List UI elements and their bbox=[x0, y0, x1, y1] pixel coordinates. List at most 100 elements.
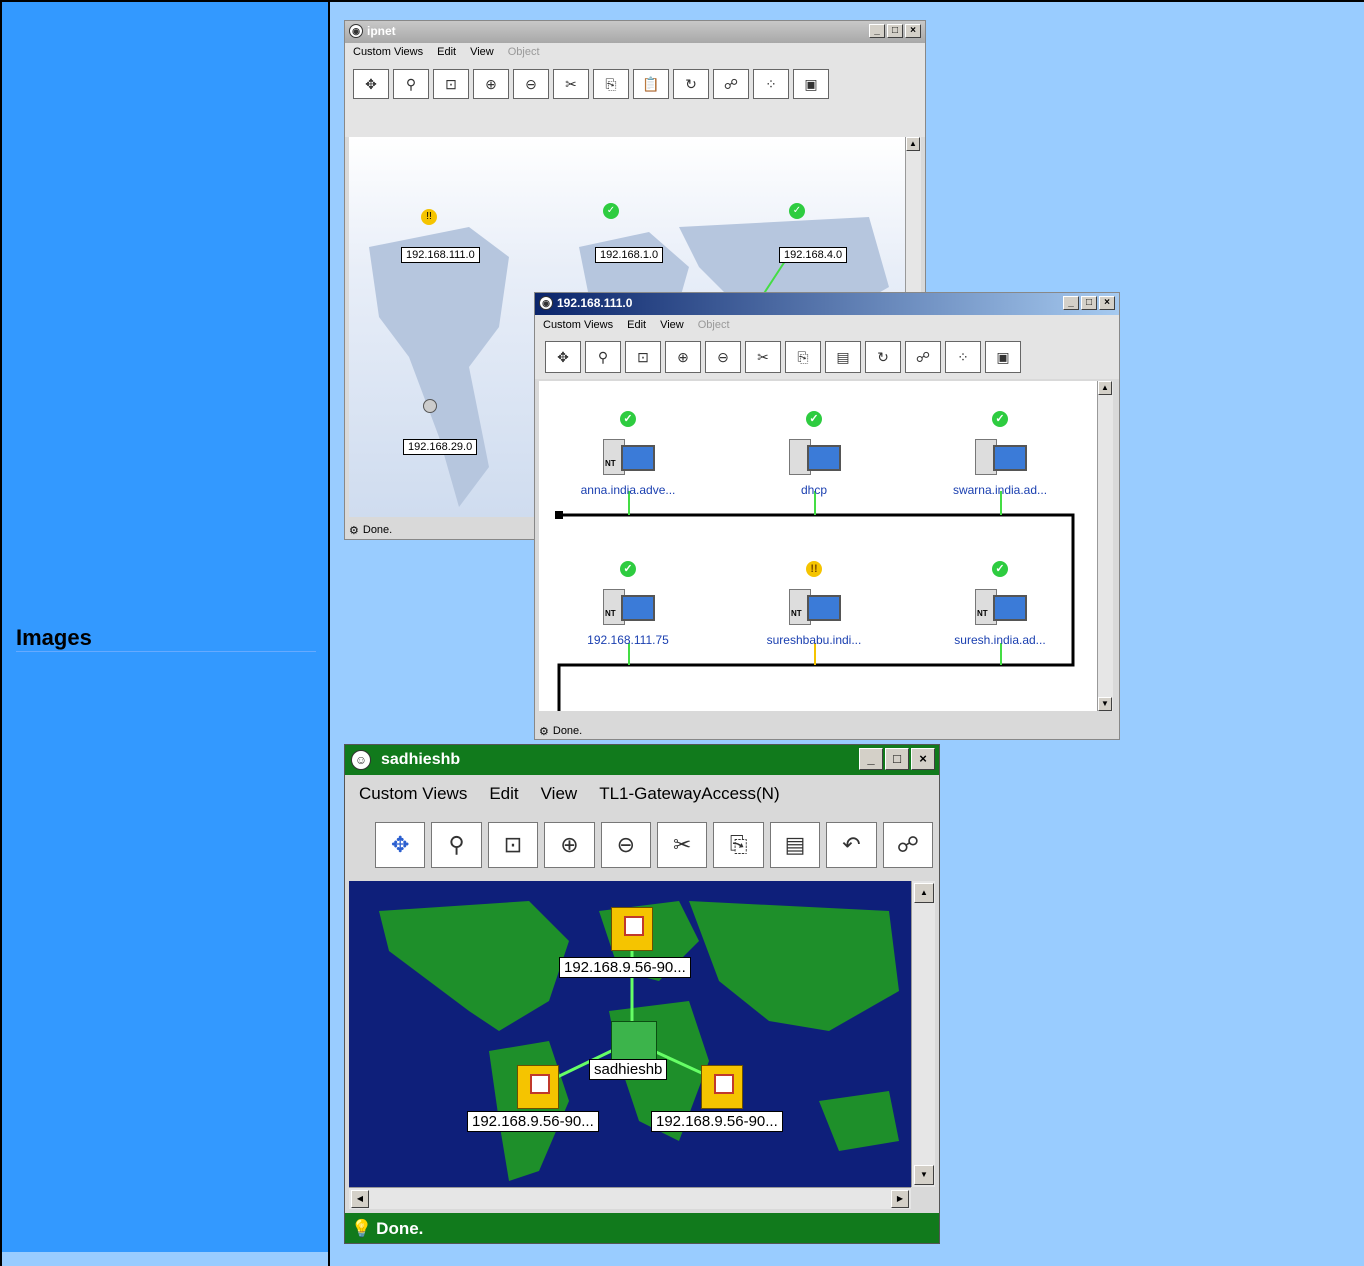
menu-custom-views[interactable]: Custom Views bbox=[543, 319, 613, 331]
paste-icon[interactable]: ▤ bbox=[825, 341, 861, 373]
maximize-icon[interactable]: □ bbox=[887, 24, 903, 38]
properties-icon[interactable]: ▣ bbox=[985, 341, 1021, 373]
host-node[interactable]: ✓ NT anna.india.adve... bbox=[563, 411, 693, 497]
network-label[interactable]: 192.168.1.0 bbox=[595, 247, 664, 263]
paste-icon[interactable]: 📋 bbox=[633, 69, 669, 99]
scroll-down-icon[interactable]: ▼ bbox=[914, 1165, 934, 1185]
cut-icon[interactable]: ✂ bbox=[745, 341, 781, 373]
paste-icon[interactable]: ▤ bbox=[769, 822, 821, 868]
minimize-icon[interactable]: _ bbox=[869, 24, 885, 38]
scroll-up-icon[interactable]: ▲ bbox=[914, 883, 934, 903]
host-node[interactable]: ✓ swarna.india.ad... bbox=[935, 411, 1065, 497]
properties-icon[interactable]: ▣ bbox=[793, 69, 829, 99]
gateway-device-icon[interactable] bbox=[611, 907, 653, 951]
find-icon[interactable]: ⚲ bbox=[585, 341, 621, 373]
sadhieshb-window[interactable]: ☺ sadhieshb _ □ × Custom Views Edit View… bbox=[344, 744, 940, 1244]
network-label[interactable]: 192.168.4.0 bbox=[779, 247, 848, 263]
node-label: dhcp bbox=[800, 483, 828, 497]
copy-icon[interactable]: ⎘ bbox=[713, 822, 764, 868]
host-node[interactable]: ✓ NT 192.168.111.75 bbox=[563, 561, 693, 647]
app-icon: ☺ bbox=[351, 750, 371, 770]
subnet-window[interactable]: ◉ 192.168.111.0 _ □ × Custom Views Edit … bbox=[534, 292, 1120, 740]
zoom-out-icon[interactable]: ⊖ bbox=[705, 341, 741, 373]
menu-view[interactable]: View bbox=[541, 784, 578, 804]
close-icon[interactable]: × bbox=[911, 748, 935, 770]
scroll-right-icon[interactable]: ▶ bbox=[891, 1190, 909, 1208]
select-tool-icon[interactable]: ✥ bbox=[353, 69, 389, 99]
host-node[interactable]: ✓ NT suresh.india.ad... bbox=[935, 561, 1065, 647]
close-icon[interactable]: × bbox=[1099, 296, 1115, 310]
group-icon[interactable]: ☍ bbox=[882, 822, 934, 868]
title-bar[interactable]: ◉ ipnet _ □ × bbox=[345, 21, 925, 43]
refresh-icon[interactable]: ↻ bbox=[865, 341, 901, 373]
zoom-out-icon[interactable]: ⊖ bbox=[513, 69, 549, 99]
device-label[interactable]: sadhieshb bbox=[589, 1059, 668, 1080]
network-label[interactable]: 192.168.111.0 bbox=[401, 247, 480, 263]
status-text: Done. bbox=[552, 725, 583, 737]
network-label[interactable]: 192.168.29.0 bbox=[403, 439, 478, 455]
undo-icon[interactable]: ↶ bbox=[826, 822, 877, 868]
fit-zoom-icon[interactable]: ⊡ bbox=[625, 341, 661, 373]
menu-tl1-gateway[interactable]: TL1-GatewayAccess(N) bbox=[599, 784, 779, 804]
gateway-device-icon[interactable] bbox=[701, 1065, 743, 1109]
check-icon: ✓ bbox=[603, 203, 619, 219]
menu-edit[interactable]: Edit bbox=[437, 46, 456, 58]
menu-edit[interactable]: Edit bbox=[489, 784, 518, 804]
horizontal-scrollbar[interactable]: ◀ ▶ bbox=[349, 1187, 911, 1209]
column-divider bbox=[328, 0, 330, 1266]
menu-view[interactable]: View bbox=[470, 46, 494, 58]
host-node[interactable]: ✓ dhcp bbox=[749, 411, 879, 497]
device-label[interactable]: 192.168.9.56-90... bbox=[651, 1111, 783, 1132]
zoom-in-icon[interactable]: ⊕ bbox=[544, 822, 595, 868]
menu-bar: Custom Views Edit View TL1-GatewayAccess… bbox=[345, 779, 939, 809]
switch-device-icon[interactable] bbox=[611, 1021, 657, 1061]
zoom-out-icon[interactable]: ⊖ bbox=[600, 822, 652, 868]
group-icon[interactable]: ☍ bbox=[905, 341, 941, 373]
network-canvas[interactable]: ✓ NT anna.india.adve... ✓ dhcp ✓ swarna.… bbox=[539, 381, 1097, 711]
refresh-icon[interactable]: ↻ bbox=[673, 69, 709, 99]
device-label[interactable]: 192.168.9.56-90... bbox=[467, 1111, 599, 1132]
copy-icon[interactable]: ⎘ bbox=[593, 69, 629, 99]
link-icon[interactable]: ⁘ bbox=[945, 341, 981, 373]
link-icon[interactable]: ⁘ bbox=[753, 69, 789, 99]
fit-zoom-icon[interactable]: ⊡ bbox=[433, 69, 469, 99]
menu-custom-views[interactable]: Custom Views bbox=[359, 784, 467, 804]
scroll-up-icon[interactable]: ▲ bbox=[906, 137, 920, 151]
menu-view[interactable]: View bbox=[660, 319, 684, 331]
title-bar[interactable]: ☺ sadhieshb _ □ × bbox=[345, 745, 939, 775]
close-icon[interactable]: × bbox=[905, 24, 921, 38]
title-bar[interactable]: ◉ 192.168.111.0 _ □ × bbox=[535, 293, 1119, 315]
scroll-down-icon[interactable]: ▼ bbox=[1098, 697, 1112, 711]
cut-icon[interactable]: ✂ bbox=[553, 69, 589, 99]
find-icon[interactable]: ⚲ bbox=[431, 822, 482, 868]
fit-zoom-icon[interactable]: ⊡ bbox=[487, 822, 539, 868]
minimize-icon[interactable]: _ bbox=[1063, 296, 1079, 310]
find-icon[interactable]: ⚲ bbox=[393, 69, 429, 99]
maximize-icon[interactable]: □ bbox=[885, 748, 909, 770]
menu-edit[interactable]: Edit bbox=[627, 319, 646, 331]
cut-icon[interactable]: ✂ bbox=[657, 822, 708, 868]
check-icon: ✓ bbox=[992, 411, 1008, 427]
host-node[interactable]: !! NT sureshbabu.indi... bbox=[749, 561, 879, 647]
menu-object[interactable]: Object bbox=[698, 319, 730, 331]
check-icon: ✓ bbox=[806, 411, 822, 427]
scroll-left-icon[interactable]: ◀ bbox=[351, 1190, 369, 1208]
menu-custom-views[interactable]: Custom Views bbox=[353, 46, 423, 58]
zoom-in-icon[interactable]: ⊕ bbox=[665, 341, 701, 373]
device-label[interactable]: 192.168.9.56-90... bbox=[559, 957, 691, 978]
group-icon[interactable]: ☍ bbox=[713, 69, 749, 99]
gateway-device-icon[interactable] bbox=[517, 1065, 559, 1109]
select-tool-icon[interactable]: ✥ bbox=[545, 341, 581, 373]
window-title: 192.168.111.0 bbox=[557, 296, 633, 310]
move-icon[interactable]: ✥ bbox=[375, 822, 426, 868]
vertical-scrollbar[interactable]: ▲ ▼ bbox=[1097, 381, 1113, 711]
maximize-icon[interactable]: □ bbox=[1081, 296, 1097, 310]
world-map-view[interactable]: 192.168.9.56-90... sadhieshb 192.168.9.5… bbox=[349, 881, 911, 1187]
menu-object[interactable]: Object bbox=[508, 46, 540, 58]
vertical-scrollbar[interactable]: ▲ ▼ bbox=[911, 881, 935, 1187]
scroll-up-icon[interactable]: ▲ bbox=[1098, 381, 1112, 395]
minimize-icon[interactable]: _ bbox=[859, 748, 883, 770]
zoom-in-icon[interactable]: ⊕ bbox=[473, 69, 509, 99]
server-icon bbox=[783, 439, 845, 479]
copy-icon[interactable]: ⎘ bbox=[785, 341, 821, 373]
